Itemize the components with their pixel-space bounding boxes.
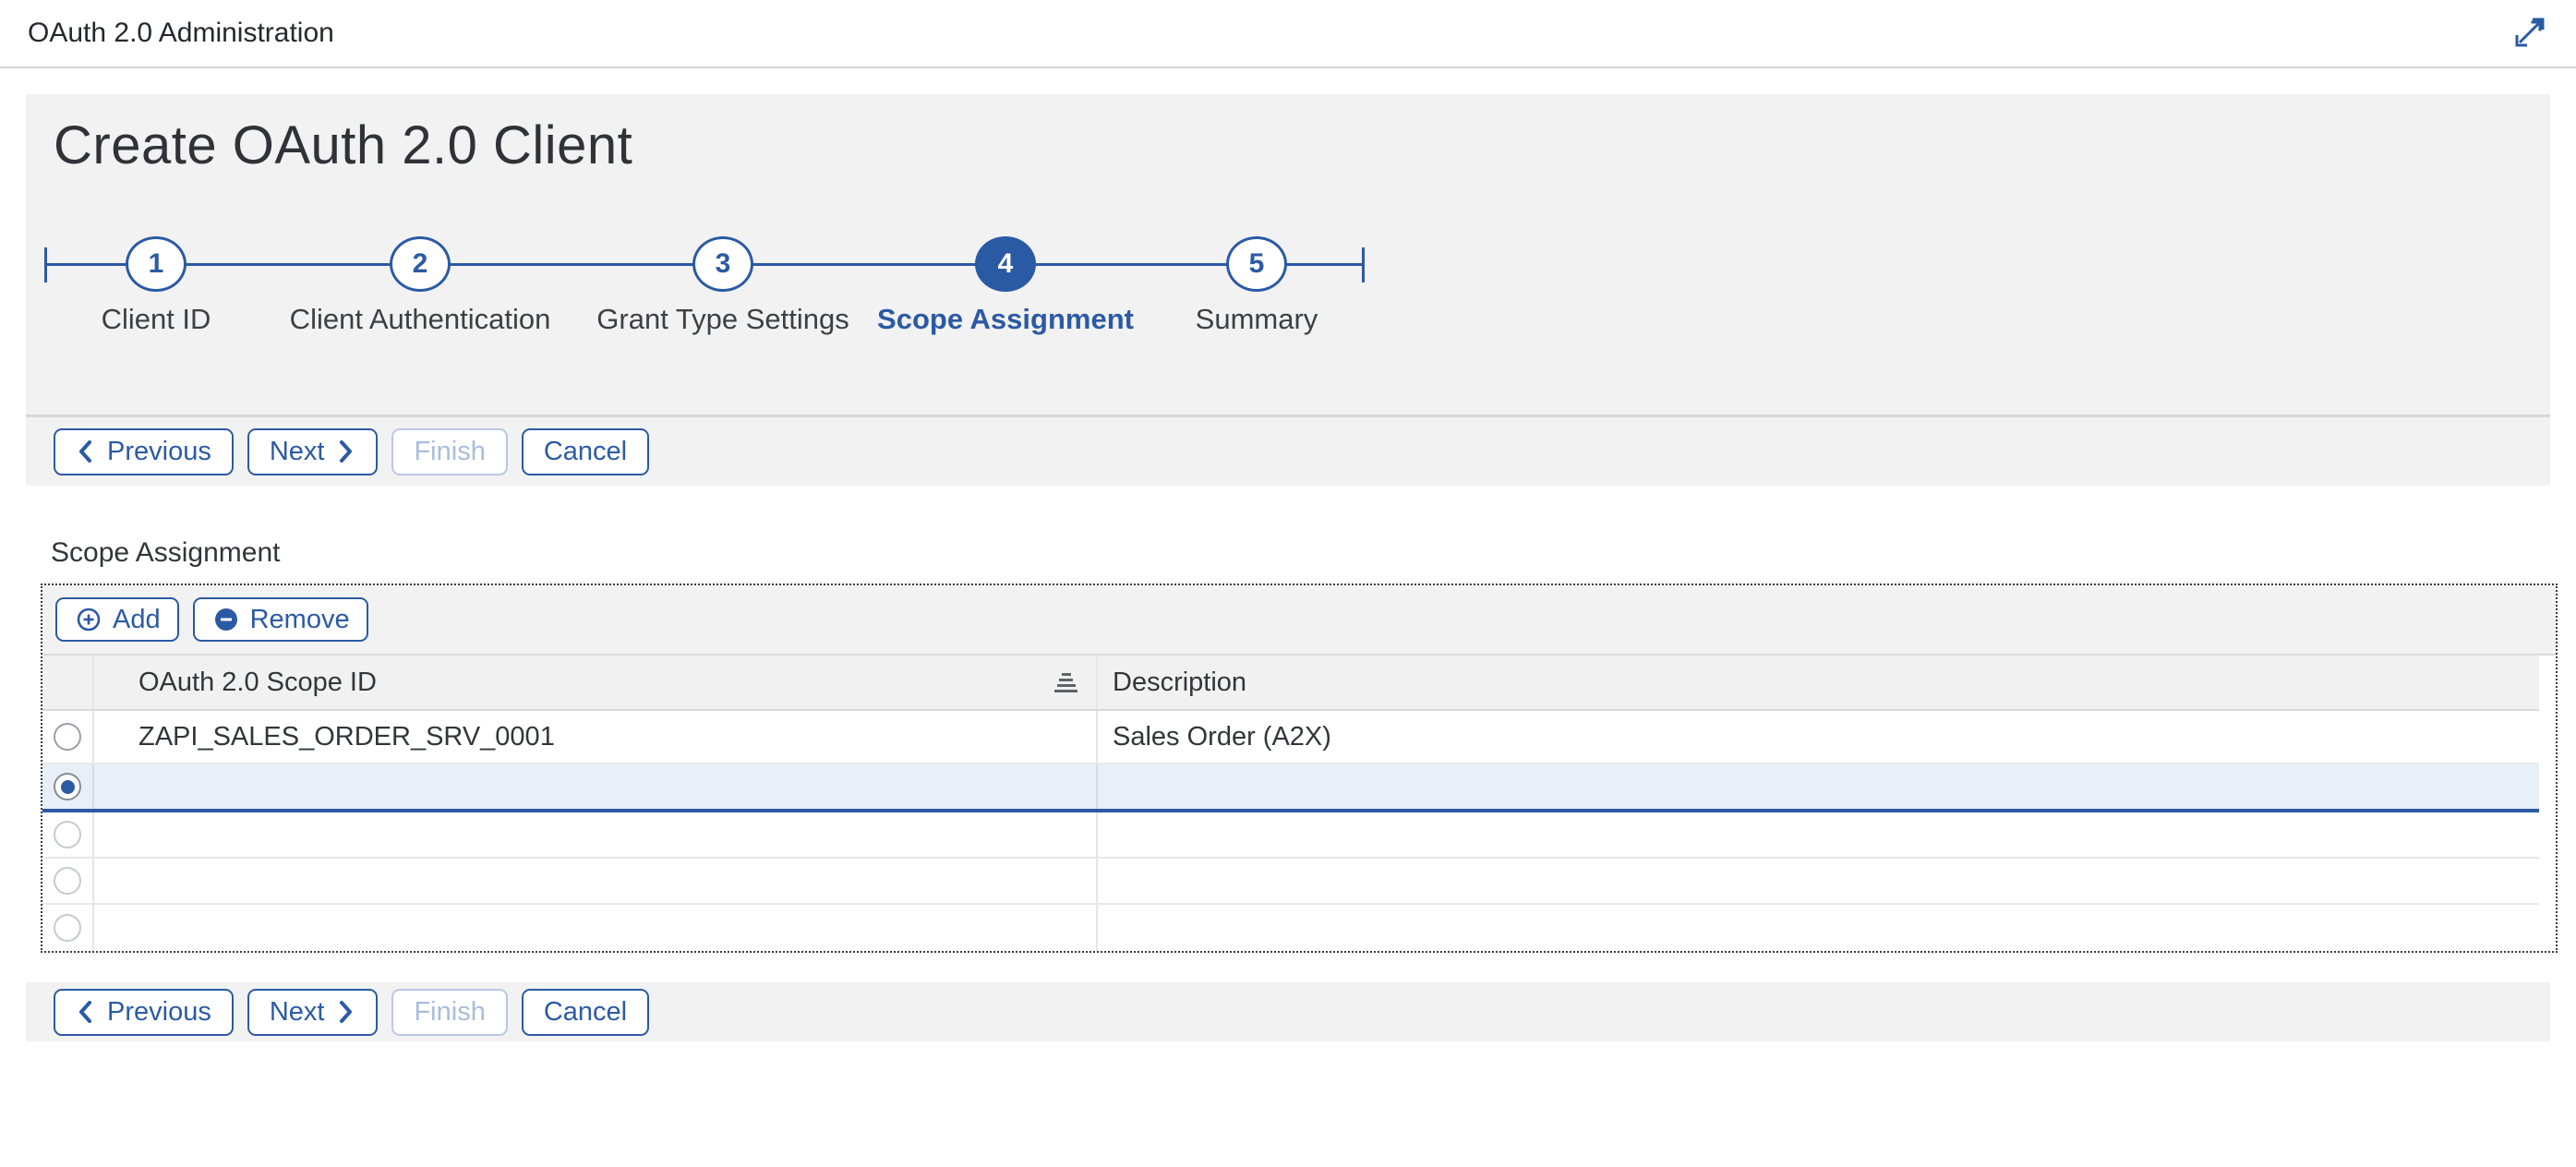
table-header-row: OAuth 2.0 Scope ID Description <box>42 656 2539 711</box>
table-row[interactable] <box>42 905 2539 951</box>
cell-description <box>1098 905 2539 951</box>
cancel-button[interactable]: Cancel <box>522 989 649 1036</box>
row-radio-button[interactable] <box>54 821 81 848</box>
wizard-step-5-label[interactable]: Summary <box>1196 303 1318 336</box>
wizard-progress-bar: 1 2 3 4 5 Client ID Client Authenticatio… <box>26 94 2550 417</box>
description-column-label: Description <box>1113 668 1246 698</box>
cell-scope-id: ZAPI_SALES_ORDER_SRV_0001 <box>94 711 1098 763</box>
table-row[interactable] <box>42 812 2539 859</box>
wizard-step-5-circle[interactable]: 5 <box>1226 236 1287 292</box>
cell-description: Sales Order (A2X) <box>1098 711 2539 763</box>
wizard-toolbar-top: Previous Next Finish Cancel <box>26 417 2550 486</box>
previous-button-label: Previous <box>107 437 211 467</box>
wizard-step-3-circle[interactable]: 3 <box>692 236 753 292</box>
wizard-toolbar-bottom: Previous Next Finish Cancel <box>26 982 2550 1041</box>
wizard-step-2-circle[interactable]: 2 <box>390 236 451 292</box>
add-icon <box>74 605 103 634</box>
chevron-left-icon <box>76 999 96 1025</box>
cell-scope-id <box>94 764 1098 809</box>
row-selection-cell <box>42 905 94 951</box>
cancel-button[interactable]: Cancel <box>522 428 649 475</box>
chevron-right-icon <box>335 999 355 1025</box>
next-button-label: Next <box>270 437 325 467</box>
cell-description <box>1098 812 2539 857</box>
add-button[interactable]: Add <box>55 597 179 642</box>
main-area: Create OAuth 2.0 Client 1 2 3 4 5 Client… <box>26 94 2550 1041</box>
row-selection-cell <box>42 711 94 763</box>
remove-button[interactable]: Remove <box>193 597 368 642</box>
table-header-scope-id[interactable]: OAuth 2.0 Scope ID <box>94 656 1098 709</box>
finish-button[interactable]: Finish <box>391 428 507 475</box>
table-header-description[interactable]: Description <box>1098 656 2539 709</box>
cancel-button-label: Cancel <box>544 437 627 467</box>
table-header-selection-cell <box>42 656 94 709</box>
sort-ascending-icon[interactable] <box>1054 673 1077 692</box>
next-button-label: Next <box>270 997 325 1028</box>
previous-button[interactable]: Previous <box>54 989 234 1036</box>
wizard-step-4-circle[interactable]: 4 <box>975 236 1036 292</box>
oauth-admin-page: OAuth 2.0 Administration Create OAuth 2.… <box>0 0 2576 1167</box>
add-button-label: Add <box>113 605 161 635</box>
previous-button-label: Previous <box>107 997 211 1028</box>
wizard-step-1-number: 1 <box>149 248 164 280</box>
wizard-step-3-number: 3 <box>716 248 731 280</box>
window-title: OAuth 2.0 Administration <box>28 18 334 49</box>
row-radio-button[interactable] <box>54 867 81 895</box>
scope-table: Add Remove OAuth 2.0 Scope ID <box>41 584 2558 953</box>
cancel-button-label: Cancel <box>544 997 627 1028</box>
chevron-left-icon <box>76 439 96 464</box>
wizard-header-panel: Create OAuth 2.0 Client 1 2 3 4 5 Client… <box>26 94 2550 417</box>
row-selection-cell <box>42 859 94 903</box>
wizard-track-end-tick <box>1362 247 1365 283</box>
row-radio-button[interactable] <box>54 723 81 751</box>
table-row[interactable] <box>42 859 2539 905</box>
row-selection-cell <box>42 764 94 809</box>
cell-description <box>1098 859 2539 903</box>
remove-icon <box>211 605 241 634</box>
table-row-selected[interactable] <box>42 764 2539 812</box>
finish-button-label: Finish <box>414 437 485 467</box>
next-button[interactable]: Next <box>247 428 379 475</box>
section-title: Scope Assignment <box>51 537 2550 569</box>
chevron-right-icon <box>335 439 355 464</box>
row-radio-button-checked[interactable] <box>54 773 81 800</box>
wizard-step-2-label[interactable]: Client Authentication <box>290 303 551 336</box>
wizard-step-1-circle[interactable]: 1 <box>126 236 187 292</box>
scope-id-column-label: OAuth 2.0 Scope ID <box>138 668 377 698</box>
expand-button[interactable] <box>2510 13 2550 54</box>
cell-scope-id <box>94 905 1098 951</box>
next-button[interactable]: Next <box>247 989 379 1036</box>
expand-icon <box>2511 14 2548 54</box>
window-header: OAuth 2.0 Administration <box>0 0 2576 68</box>
row-radio-button[interactable] <box>54 914 81 942</box>
wizard-step-2-number: 2 <box>413 248 428 280</box>
previous-button[interactable]: Previous <box>54 428 234 475</box>
scope-table-toolbar: Add Remove <box>42 585 2556 656</box>
wizard-track-start-tick <box>44 247 47 283</box>
cell-description <box>1098 764 2539 809</box>
cell-scope-id <box>94 859 1098 903</box>
finish-button-label: Finish <box>414 997 485 1028</box>
remove-button-label: Remove <box>250 605 350 635</box>
wizard-step-3-label[interactable]: Grant Type Settings <box>596 303 849 336</box>
wizard-step-4-number: 4 <box>998 248 1014 280</box>
wizard-step-5-number: 5 <box>1249 248 1265 280</box>
row-selection-cell <box>42 812 94 857</box>
wizard-step-1-label[interactable]: Client ID <box>102 303 211 336</box>
wizard-step-4-label[interactable]: Scope Assignment <box>877 303 1134 336</box>
cell-scope-id <box>94 812 1098 857</box>
table-row[interactable]: ZAPI_SALES_ORDER_SRV_0001 Sales Order (A… <box>42 711 2539 764</box>
step-content: Scope Assignment Add Remove <box>26 486 2550 953</box>
finish-button[interactable]: Finish <box>391 989 507 1036</box>
